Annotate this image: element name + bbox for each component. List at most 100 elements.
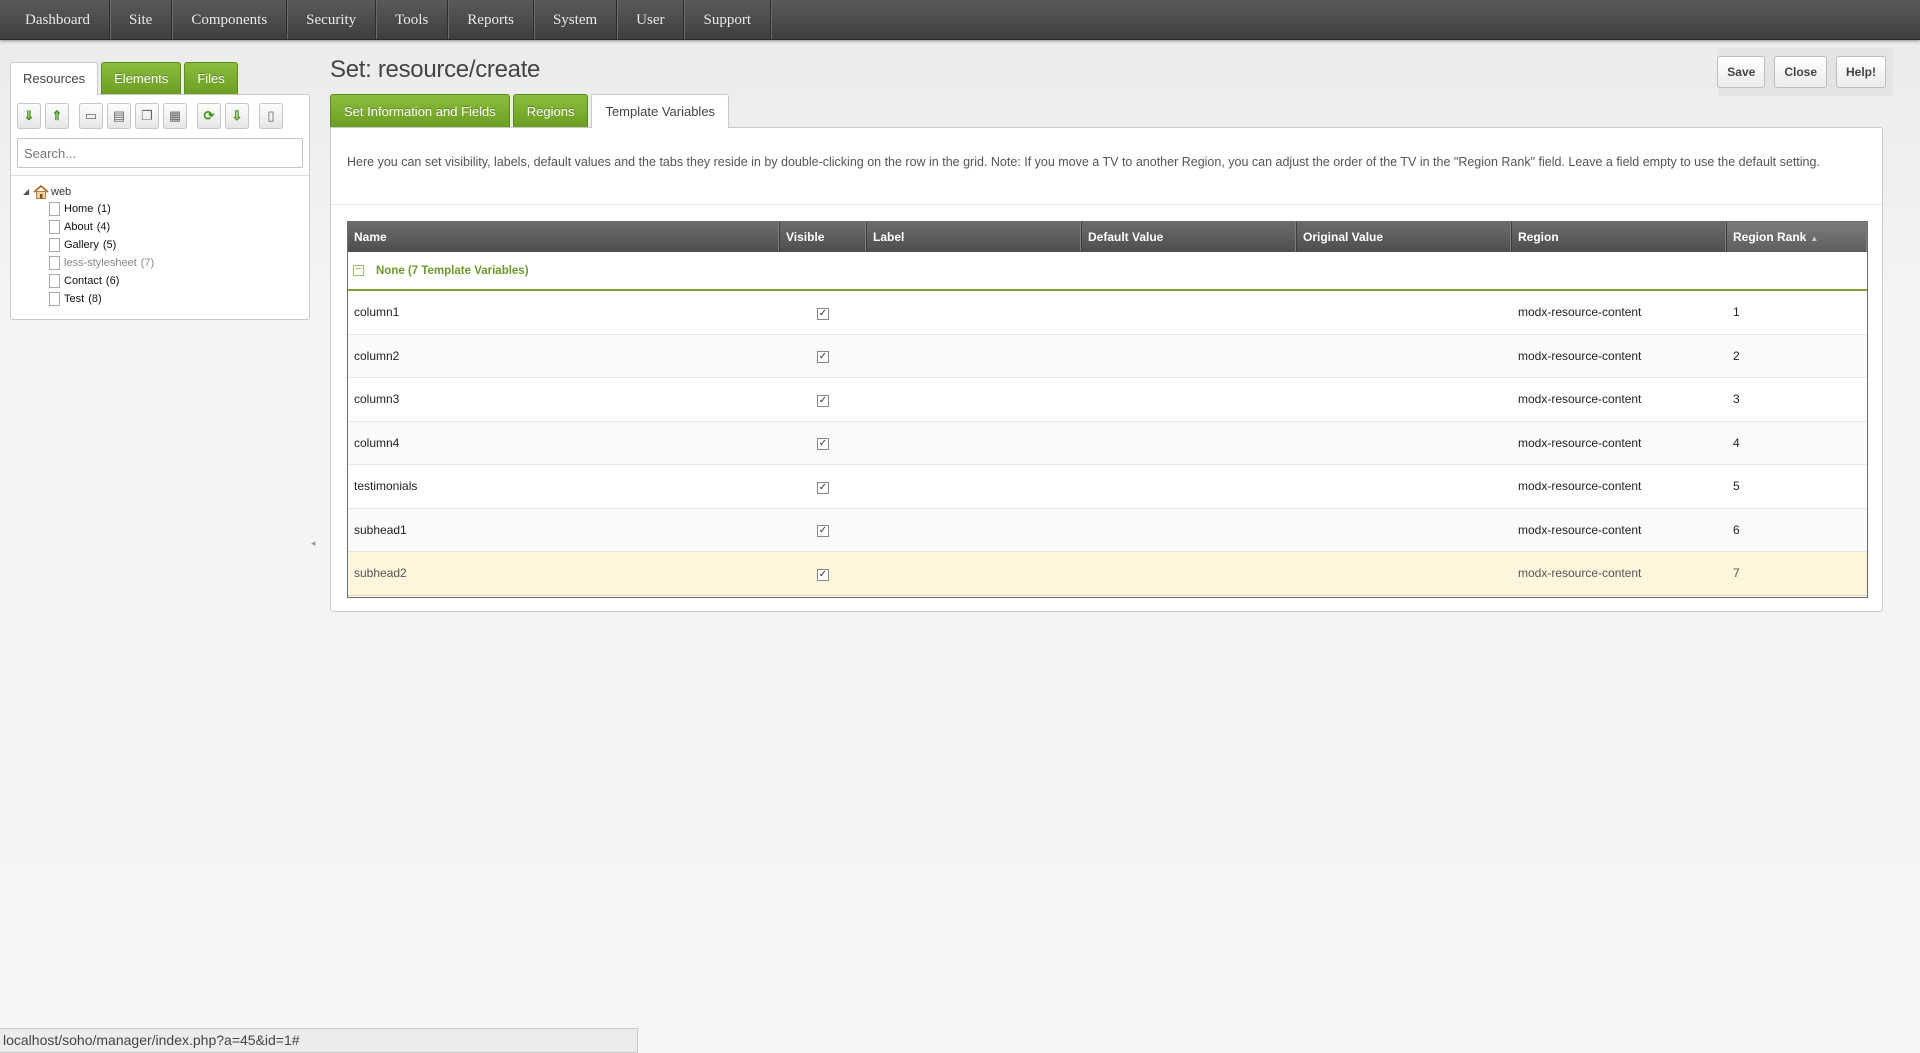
table-row[interactable]: subhead2 ✓ modx-resource-content 7 [348,552,1867,596]
table-row[interactable]: column3 ✓ modx-resource-content 3 [348,378,1867,422]
cell-name: column4 [354,435,400,450]
nav-system[interactable]: System [534,0,618,39]
tree-item-id: (5) [102,239,117,251]
visible-checkbox[interactable]: ✓ [817,525,829,538]
tree-search-input[interactable] [17,138,303,168]
group-label: None (7 Template Variables) [376,264,529,277]
column-header-name[interactable]: Name [348,222,780,252]
tab-elements[interactable]: Elements [101,62,182,94]
cell-region: modx-resource-content [1518,435,1642,450]
divider [331,204,1882,205]
tab-resources[interactable]: Resources [10,62,99,95]
cell-name: column1 [354,305,400,320]
trash-icon[interactable]: ▯ [259,103,283,129]
status-bar-url: localhost/soho/manager/index.php?a=45&id… [0,1028,638,1053]
cell-visible: ✓ [780,522,867,538]
document-icon [49,292,60,306]
cell-name: subhead2 [354,566,407,581]
column-header-visible[interactable]: Visible [780,222,867,252]
arrow-down-icon[interactable]: ⇓ [17,103,41,129]
cell-visible: ✓ [780,435,867,451]
document-icon [49,220,60,234]
left-panel-tabs: Resources Elements Files [10,62,238,95]
table-row[interactable]: testimonials ✓ modx-resource-content 5 [348,465,1867,509]
tree-item-test[interactable]: Test (8) [49,290,154,308]
tree-root-web[interactable]: ◢ web [23,183,154,200]
sort-ascending-icon: ▲ [1810,234,1819,243]
nav-site[interactable]: Site [110,0,173,39]
tree-item-id: (8) [88,293,102,305]
tree-item-id: (7) [140,257,155,269]
refresh-icon[interactable]: ⟳ [197,103,221,129]
tree-item-label: less-stylesheet [64,257,137,269]
grid-rows: column1 ✓ modx-resource-content 1 column2 ✓ mo… [348,291,1867,596]
cell-visible: ✓ [780,305,867,320]
column-header-label[interactable]: Label [867,222,1082,252]
cell-visible: ✓ [780,479,867,494]
tab-set-information[interactable]: Set Information and Fields [330,94,510,127]
column-header-region-rank[interactable]: Region Rank ▲ [1727,222,1867,252]
arrow-up-icon[interactable]: ⇑ [45,103,69,129]
cell-region-rank: 1 [1733,305,1740,320]
tree-item-label: Home [64,203,94,215]
table-row[interactable]: column2 ✓ modx-resource-content 2 [348,334,1867,378]
tree-item-id: (6) [105,275,120,287]
tree-item-about[interactable]: About (4) [49,218,154,236]
page-title: Set: resource/create [330,56,541,83]
panel-description: Here you can set visibility, labels, def… [347,155,1820,169]
tree-item-home[interactable]: Home (1) [49,200,154,218]
sort-icon[interactable]: ⇩ [225,103,249,129]
cell-region-rank: 3 [1733,392,1740,407]
column-header-region[interactable]: Region [1512,222,1727,252]
nav-tools[interactable]: Tools [376,0,449,39]
nav-user[interactable]: User [617,0,685,39]
new-symlink-icon[interactable]: ❐ [135,103,159,129]
collapse-group-icon[interactable]: − [353,265,364,276]
close-button[interactable]: Close [1774,56,1827,88]
collapse-left-arrow-icon[interactable]: ◂ [311,528,316,558]
table-row[interactable]: subhead1 ✓ modx-resource-content 6 [348,508,1867,552]
visible-checkbox[interactable]: ✓ [817,307,829,320]
save-button[interactable]: Save [1717,56,1766,88]
tree-item-gallery[interactable]: Gallery (5) [49,236,154,254]
group-header-row[interactable]: − None (7 Template Variables) [348,252,1867,291]
tree-item-label: Gallery [64,239,99,251]
tab-template-variables[interactable]: Template Variables [591,94,730,128]
tab-regions[interactable]: Regions [512,94,589,127]
table-row[interactable]: column4 ✓ modx-resource-content 4 [348,421,1867,465]
nav-reports[interactable]: Reports [448,0,534,39]
document-icon [49,238,60,252]
nav-components[interactable]: Components [172,0,288,39]
cell-visible: ✓ [780,566,867,581]
top-navigation: Dashboard Site Components Security Tools… [0,0,1920,40]
nav-security[interactable]: Security [287,0,377,39]
template-variables-grid: Name Visible Label Default Value Origina… [347,221,1868,598]
tree-item-label: Contact [64,275,102,287]
cell-name: column2 [354,348,400,363]
collapse-triangle-icon[interactable]: ◢ [23,187,33,196]
tree-toolbar: ⇓ ⇑ ▭ ▤ ❐ ▦ ⟳ ⇩ ▯ [17,103,287,129]
visible-checkbox[interactable]: ✓ [817,481,829,494]
column-header-original-value[interactable]: Original Value [1297,222,1512,252]
new-weblink-icon[interactable]: ▤ [107,103,131,129]
tree-item-less-stylesheet[interactable]: less-stylesheet (7) [49,254,154,272]
column-header-default-value[interactable]: Default Value [1082,222,1297,252]
cell-region: modx-resource-content [1518,566,1642,581]
visible-checkbox[interactable]: ✓ [817,438,829,451]
tree-item-label: About [64,221,93,233]
tree-item-contact[interactable]: Contact (6) [49,272,154,290]
home-icon [33,184,49,199]
visible-checkbox[interactable]: ✓ [817,394,829,407]
help-button[interactable]: Help! [1836,56,1886,88]
cell-name: subhead1 [354,522,407,537]
table-row[interactable]: column1 ✓ modx-resource-content 1 [348,291,1867,335]
new-static-icon[interactable]: ▦ [163,103,187,129]
grid-header: Name Visible Label Default Value Origina… [348,222,1867,252]
visible-checkbox[interactable]: ✓ [817,351,829,364]
nav-dashboard[interactable]: Dashboard [6,0,110,39]
document-icon [49,274,60,288]
visible-checkbox[interactable]: ✓ [817,568,829,581]
nav-support[interactable]: Support [684,0,771,39]
new-folder-icon[interactable]: ▭ [79,103,103,129]
tab-files[interactable]: Files [184,62,238,94]
